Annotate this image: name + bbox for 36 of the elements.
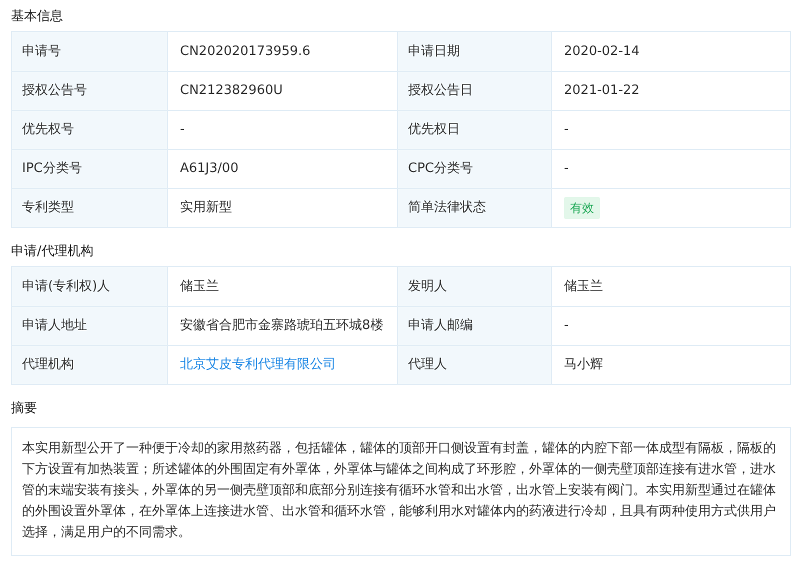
value-text: A61J3/00 (180, 160, 238, 178)
label-cell: 授权公告号 (12, 72, 167, 110)
label-cell: 申请日期 (397, 32, 551, 71)
label-cell: 优先权号 (12, 111, 167, 149)
section-title: 摘要 (10, 400, 38, 418)
section-title: 申请/代理机构 (10, 243, 94, 262)
value-text: - (564, 317, 569, 336)
label-cell: CPC分类号 (397, 150, 551, 188)
label-cell: 申请人邮编 (397, 307, 551, 345)
value-text: - (564, 121, 569, 140)
value-text: 2021-01-22 (564, 82, 640, 100)
value-text: 安徽省合肥市金寨路琥珀五环城8楼 (180, 317, 384, 336)
label-cell: 申请(专利权)人 (12, 267, 167, 306)
label-cell: 专利类型 (12, 189, 167, 227)
label-cell: 申请号 (12, 32, 167, 71)
value-text: - (564, 160, 569, 178)
agency-link[interactable]: 北京艾皮专利代理有限公司 (180, 355, 336, 375)
label-cell: 代理人 (397, 346, 551, 384)
value-text: CN202020173959.6 (180, 42, 310, 61)
value-text: CN212382960U (180, 82, 283, 100)
label-cell: 简单法律状态 (397, 189, 551, 227)
abstract-text: 本实用新型公开了一种便于冷却的家用熬药器，包括罐体，罐体的顶部开口侧设置有封盖，罐体的内腔下部一体成型有隔板，隔板的下方设置有加热装置；所述罐体的外围固定有外罩体，外罩体与罐体之间构成了环形腔，外罩体的一侧壳壁顶部连接有进水管，进水管的末端安装有接头，外罩体的另一侧壳壁顶部和底部分别连接有循环水管和出水管，出水管上安装有阀门。本实用新型通过在罐体的外围设置外罩体，在外罩体上连接进水管、出水管和循环水管，能够利用水对罐体内的药液进行冷却，且具有两种使用方式供用户选择，满足用户的不同需求。 (11, 427, 791, 556)
status-tag: 有效 (564, 197, 600, 219)
section-title: 基本信息 (10, 8, 64, 26)
label-cell: 优先权日 (397, 111, 551, 149)
label-cell: 授权公告日 (397, 72, 551, 110)
label-cell: 代理机构 (12, 346, 167, 384)
label-cell: IPC分类号 (12, 150, 167, 188)
value-text: 2020-02-14 (564, 42, 640, 61)
label-cell: 申请人地址 (12, 307, 167, 345)
value-text: - (180, 121, 185, 140)
value-text: 马小辉 (564, 356, 603, 374)
label-cell: 发明人 (397, 267, 551, 306)
value-text: 实用新型 (180, 199, 232, 218)
value-text: 储玉兰 (564, 278, 603, 296)
value-text: 储玉兰 (180, 278, 219, 296)
